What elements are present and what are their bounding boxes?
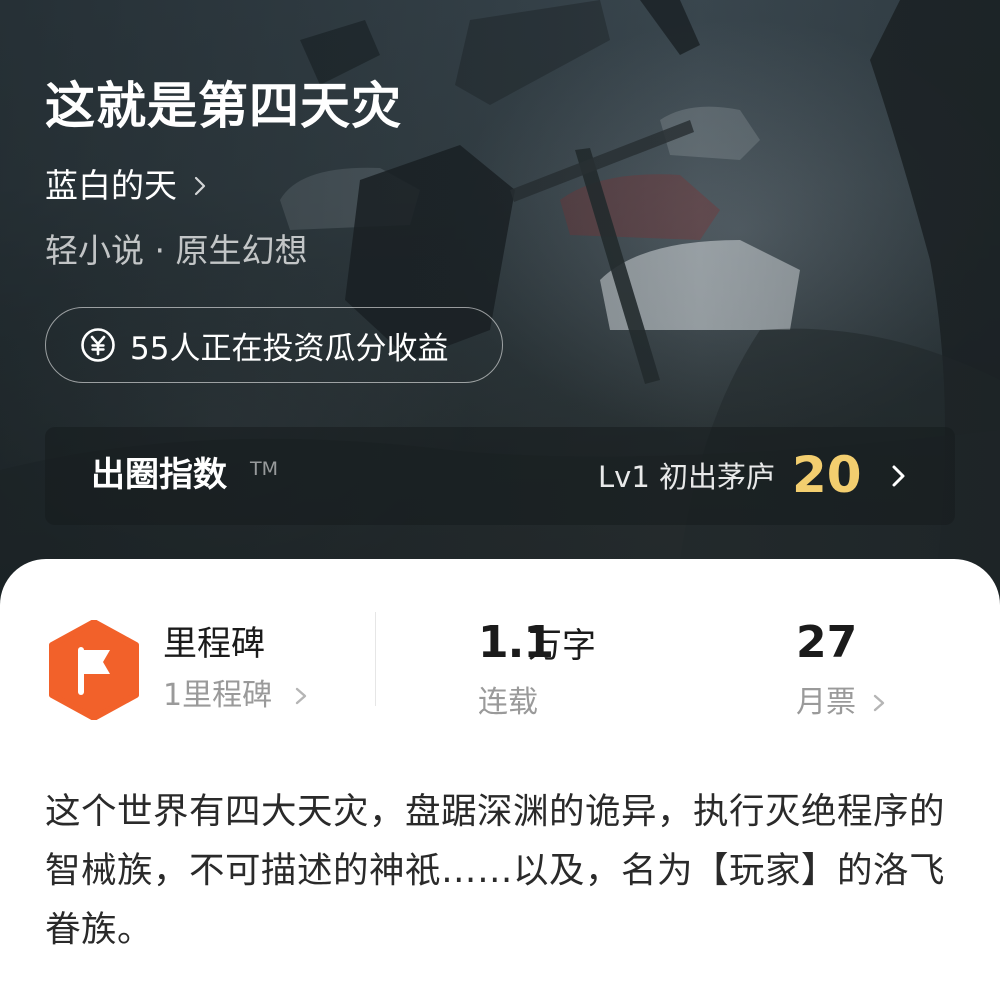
chevron-right-icon — [194, 176, 206, 196]
invest-button[interactable]: 55人正在投资瓜分收益 — [45, 307, 503, 383]
monthly-votes-number: 27 — [796, 617, 858, 668]
influence-score: 20 — [792, 446, 862, 504]
monthly-votes-link[interactable]: 月票 — [796, 683, 888, 723]
book-title: 这就是第四天灾 — [45, 76, 402, 135]
milestone-link[interactable]: 1里程碑 — [163, 676, 310, 716]
word-count-unit: 万字 — [528, 626, 596, 666]
influence-index-bar[interactable]: 出圈指数 TM Lv1 初出茅庐 20 — [45, 427, 955, 525]
monthly-votes-label: 月票 — [796, 685, 856, 720]
milestone-count: 1里程碑 — [163, 678, 273, 713]
influence-index-title: 出圈指数 — [91, 455, 227, 495]
milestone-flag-icon[interactable] — [48, 620, 140, 720]
book-synopsis[interactable]: 这个世界有四大天灾，盘踞深渊的诡异，执行灭绝程序的智械族，不可描述的神祇……以及… — [45, 782, 955, 959]
trademark-mark: TM — [250, 458, 278, 480]
chevron-right-icon — [892, 465, 905, 487]
serial-status: 连载 — [478, 685, 538, 720]
influence-level: Lv1 初出茅庐 — [598, 460, 775, 494]
stats-divider — [375, 612, 376, 706]
book-category: 轻小说 · 原生幻想 — [45, 231, 308, 270]
chevron-right-icon — [295, 687, 307, 705]
author-link[interactable]: 蓝白的天 — [45, 164, 211, 208]
milestone-title: 里程碑 — [163, 624, 265, 664]
author-name: 蓝白的天 — [45, 166, 177, 205]
invest-text: 55人正在投资瓜分收益 — [130, 330, 449, 367]
yuan-coin-icon — [81, 328, 115, 362]
chevron-right-icon — [873, 694, 885, 712]
